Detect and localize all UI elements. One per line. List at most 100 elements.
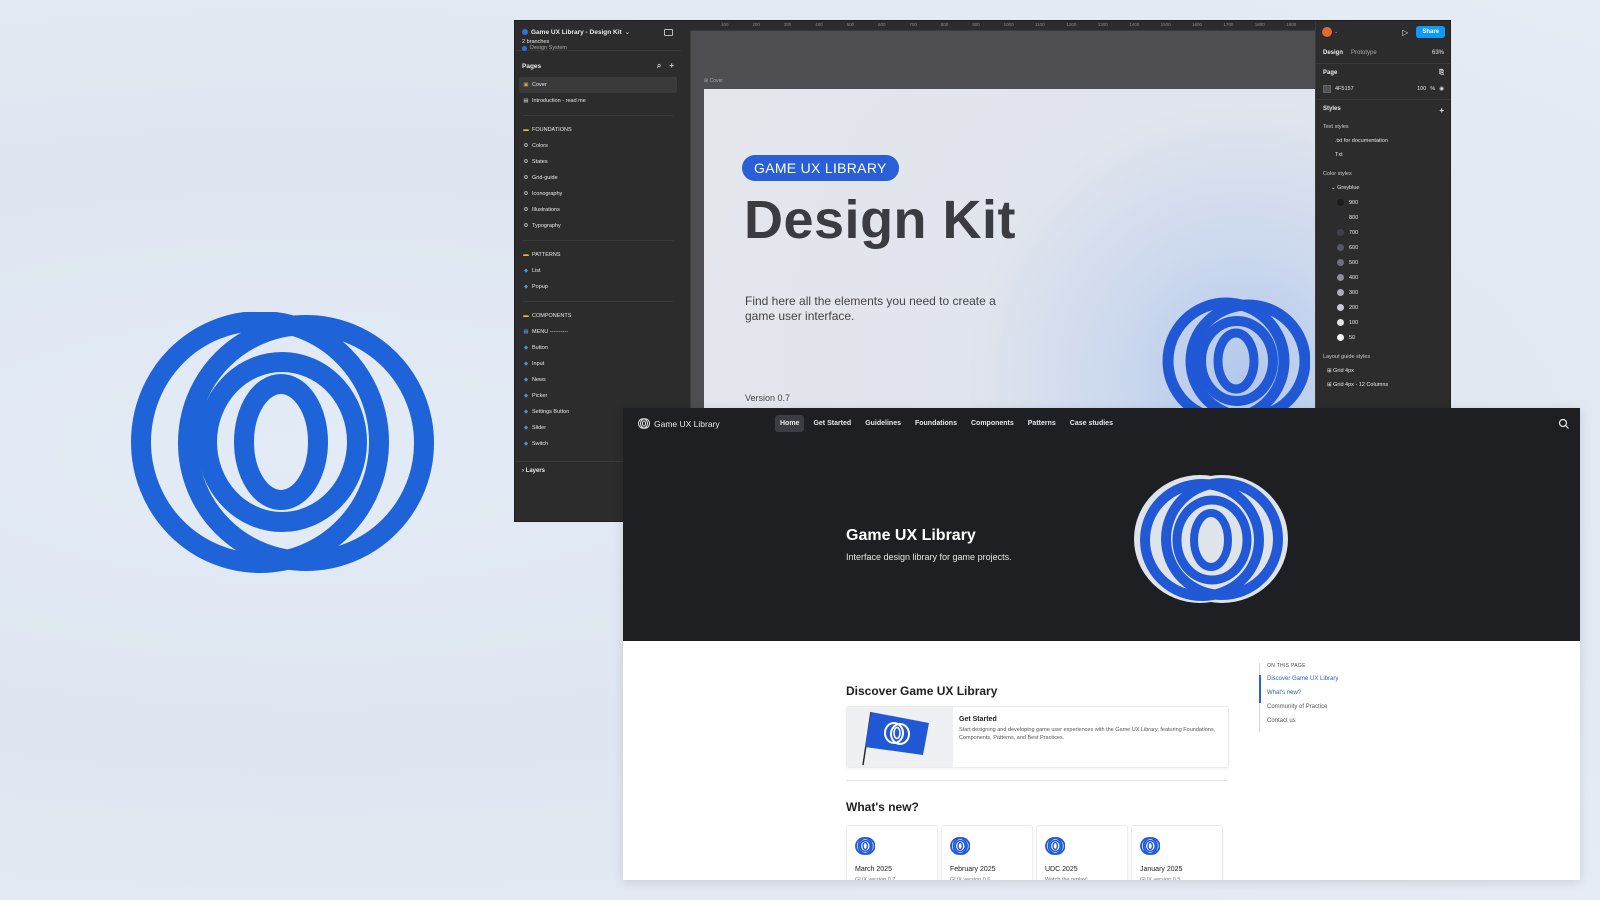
ruler-tick: 1100	[1035, 22, 1045, 27]
page-item-states[interactable]: ⚙ States	[515, 154, 681, 170]
folder-icon: ▬	[523, 313, 529, 319]
page-item-label: Typography	[532, 223, 561, 229]
chevron-down-icon[interactable]: ⌄	[625, 28, 630, 36]
news-title: February 2025	[950, 866, 996, 873]
frame-label[interactable]: ⊞ Cover	[704, 78, 723, 84]
nav-foundations[interactable]: Foundations	[910, 415, 962, 432]
nav-case-studies[interactable]: Case studies	[1065, 415, 1118, 432]
search-icon[interactable]	[1558, 418, 1570, 430]
layout-style-label: Grid 4px - 12 Columns	[1333, 382, 1389, 388]
page-item-popup[interactable]: ◆ Popup	[515, 279, 681, 295]
page-item-foundations[interactable]: ▬ FOUNDATIONS	[515, 122, 681, 138]
ruler-tick: 100	[721, 22, 729, 27]
page-opacity[interactable]: 100	[1417, 86, 1426, 92]
play-icon[interactable]: ▷	[1402, 28, 1408, 37]
ruler-tick: 1900	[1286, 22, 1297, 27]
layout-style-item[interactable]: ⊞ Grid 4px - 12 Columns	[1323, 378, 1444, 392]
page-item-label: News	[532, 377, 546, 383]
color-style-50[interactable]: 50	[1323, 330, 1444, 345]
nav-patterns[interactable]: Patterns	[1023, 415, 1061, 432]
page-item-typography[interactable]: ⚙ Typography	[515, 218, 681, 234]
page-export-icon[interactable]: ⎘	[1439, 70, 1444, 77]
page-item-news[interactable]: ◆ News	[515, 372, 681, 388]
share-button[interactable]: Share	[1416, 26, 1445, 38]
page-item-list[interactable]: ◆ List	[515, 263, 681, 279]
toc-item-what-s-new[interactable]: What's new?	[1267, 690, 1338, 704]
news-card[interactable]: February 2025 GUX version 0.6	[941, 825, 1033, 880]
page-item-introduction-read-me[interactable]: ▤ Introduction - read me	[515, 93, 681, 109]
nav-links: Home Get Started Guidelines Foundations Comp…	[775, 415, 1118, 432]
gear-icon: ⚙	[523, 143, 529, 149]
toc-item-discover-game-ux-library[interactable]: Discover Game UX Library	[1267, 676, 1338, 690]
color-style-100[interactable]: 100	[1323, 315, 1444, 330]
color-group[interactable]: ⌄ Greyblue	[1323, 181, 1444, 195]
team-icon	[522, 45, 527, 51]
page-item-label: Cover	[532, 82, 547, 88]
color-style-600[interactable]: 600	[1323, 240, 1444, 255]
toc-item-community-of-practice[interactable]: Community of Practice	[1267, 704, 1338, 718]
color-style-200[interactable]: 200	[1323, 300, 1444, 315]
page-item-grid-guide[interactable]: ⚙ Grid-guide	[515, 170, 681, 186]
color-style-900[interactable]: 900	[1323, 195, 1444, 210]
page-item-label: PATTERNS	[532, 252, 561, 258]
get-started-card[interactable]: Get Started Start designing and developi…	[846, 706, 1229, 768]
color-style-label: 100	[1349, 319, 1359, 326]
add-page-icon[interactable]: +	[669, 61, 674, 71]
hero: Game UX Library Interface design library…	[623, 441, 1580, 641]
nav-guidelines[interactable]: Guidelines	[860, 415, 906, 432]
page-item-colors[interactable]: ⚙ Colors	[515, 138, 681, 154]
file-header[interactable]: Game UX Library - Design Kit ⌄ 2 branche…	[515, 21, 681, 51]
page-item-label: FOUNDATIONS	[532, 127, 572, 133]
text-style-item[interactable]: .txt for documentation	[1323, 134, 1444, 148]
cover-description: Find here all the elements you need to c…	[745, 294, 996, 323]
toc-item-contact-us[interactable]: Contact us	[1267, 718, 1338, 732]
site-logo[interactable]: Game UX Library	[638, 418, 720, 429]
color-style-label: 900	[1349, 199, 1359, 206]
chevron-down-icon[interactable]: ⌄	[1334, 29, 1338, 35]
add-style-icon[interactable]: +	[1439, 106, 1444, 115]
nav-get-started[interactable]: Get Started	[808, 415, 856, 432]
color-style-label: 50	[1349, 334, 1356, 341]
game-ux-logo-large	[131, 312, 434, 573]
page-item-patterns[interactable]: ▬ PATTERNS	[515, 247, 681, 263]
tab-design[interactable]: Design	[1323, 50, 1343, 56]
tab-prototype[interactable]: Prototype	[1351, 50, 1377, 56]
nav-components[interactable]: Components	[966, 415, 1019, 432]
search-icon[interactable]: ⌕	[657, 61, 661, 71]
gear-icon: ⚙	[523, 159, 529, 165]
page-item-picker[interactable]: ◆ Picker	[515, 388, 681, 404]
zoom-level[interactable]: 63%	[1432, 50, 1444, 56]
eye-icon[interactable]: ◉	[1439, 86, 1444, 92]
avatar[interactable]	[1322, 27, 1332, 37]
color-style-500[interactable]: 500	[1323, 255, 1444, 270]
page-item-components[interactable]: ▬ COMPONENTS	[515, 308, 681, 324]
page-item-iconography[interactable]: ⚙ Iconography	[515, 186, 681, 202]
news-card[interactable]: March 2025 GUX version 0.7	[846, 825, 938, 880]
news-card[interactable]: UDC 2025 Watch the replay!	[1036, 825, 1128, 880]
page-item-cover[interactable]: ▣ Cover	[519, 77, 677, 93]
color-style-800[interactable]: 800	[1323, 210, 1444, 225]
page-item-button[interactable]: ◆ Button	[515, 340, 681, 356]
page-color-swatch[interactable]	[1323, 85, 1331, 93]
layout-style-item[interactable]: ⊞ Grid 4px	[1323, 364, 1444, 378]
panel-toggle-icon[interactable]	[664, 29, 673, 36]
text-style-item[interactable]: Txt	[1323, 148, 1444, 162]
page-item-input[interactable]: ◆ Input	[515, 356, 681, 372]
color-swatch	[1337, 304, 1344, 311]
news-card[interactable]: January 2025 GUX version 0.5	[1131, 825, 1223, 880]
get-started-title[interactable]: Get Started	[959, 716, 997, 723]
color-style-label: 800	[1349, 214, 1359, 221]
cover-frame[interactable]: GAME UX LIBRARY Design Kit Find here all…	[704, 89, 1316, 429]
color-style-700[interactable]: 700	[1323, 225, 1444, 240]
page-color-value[interactable]: 4F5157	[1335, 86, 1413, 92]
page-item-menu[interactable]: ▦ MENU ----------	[515, 324, 681, 340]
color-style-300[interactable]: 300	[1323, 285, 1444, 300]
color-swatch	[1337, 199, 1344, 206]
ruler-tick: 1500	[1160, 22, 1171, 27]
component-icon: ◆	[523, 409, 529, 415]
text-styles-label: Text styles	[1323, 124, 1349, 130]
nav-home[interactable]: Home	[775, 415, 805, 432]
page-item-illustrations[interactable]: ⚙ Illustrations	[515, 202, 681, 218]
color-style-400[interactable]: 400	[1323, 270, 1444, 285]
file-title[interactable]: Game UX Library - Design Kit	[531, 29, 622, 36]
